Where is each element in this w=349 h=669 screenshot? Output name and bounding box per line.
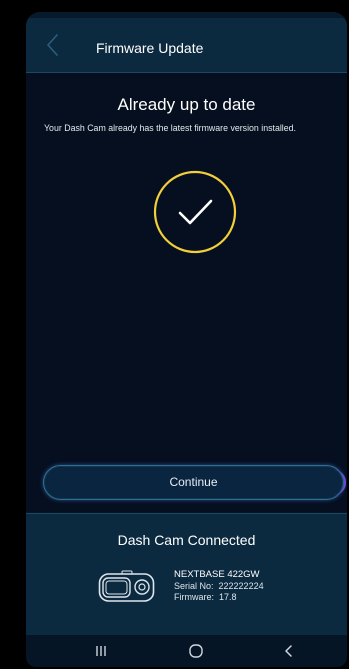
- device-model: NEXTBASE 422GW: [174, 569, 260, 580]
- recent-apps-icon: [96, 646, 106, 656]
- system-nav-bar: [26, 635, 347, 667]
- connection-panel: Dash Cam Connected NEXTBASE 422GW Serial…: [26, 513, 347, 636]
- serial-value: 222222224: [218, 580, 264, 591]
- firmware-label: Firmware:: [174, 592, 214, 602]
- status-message: Your Dash Cam already has the latest fir…: [44, 123, 296, 133]
- page-title: Firmware Update: [96, 40, 204, 56]
- recent-apps-button[interactable]: [86, 641, 116, 661]
- phone-screen: Firmware Update Already up to date Your …: [26, 12, 347, 667]
- serial-label: Serial No:: [174, 580, 214, 591]
- chevron-left-icon: [47, 34, 58, 56]
- home-button[interactable]: [181, 641, 211, 661]
- firmware-row: Firmware: 17.8: [174, 592, 264, 604]
- nav-back-button[interactable]: [274, 641, 304, 661]
- status-heading: Already up to date: [117, 95, 256, 114]
- firmware-value: 17.8: [219, 592, 237, 602]
- back-button[interactable]: [40, 32, 66, 58]
- connection-status: Dash Cam Connected: [117, 532, 256, 548]
- check-circle-icon: [153, 170, 237, 254]
- main-content: Already up to date Your Dash Cam already…: [26, 73, 347, 512]
- dash-cam-icon: [98, 570, 155, 602]
- device-info: NEXTBASE 422GW Serial No: 222222224 Firm…: [174, 569, 264, 604]
- app-header: Firmware Update: [26, 18, 347, 73]
- continue-button[interactable]: Continue: [43, 465, 346, 500]
- home-icon: [189, 644, 203, 658]
- back-icon: [285, 645, 292, 657]
- serial-number-row: Serial No: 222222224: [174, 581, 264, 593]
